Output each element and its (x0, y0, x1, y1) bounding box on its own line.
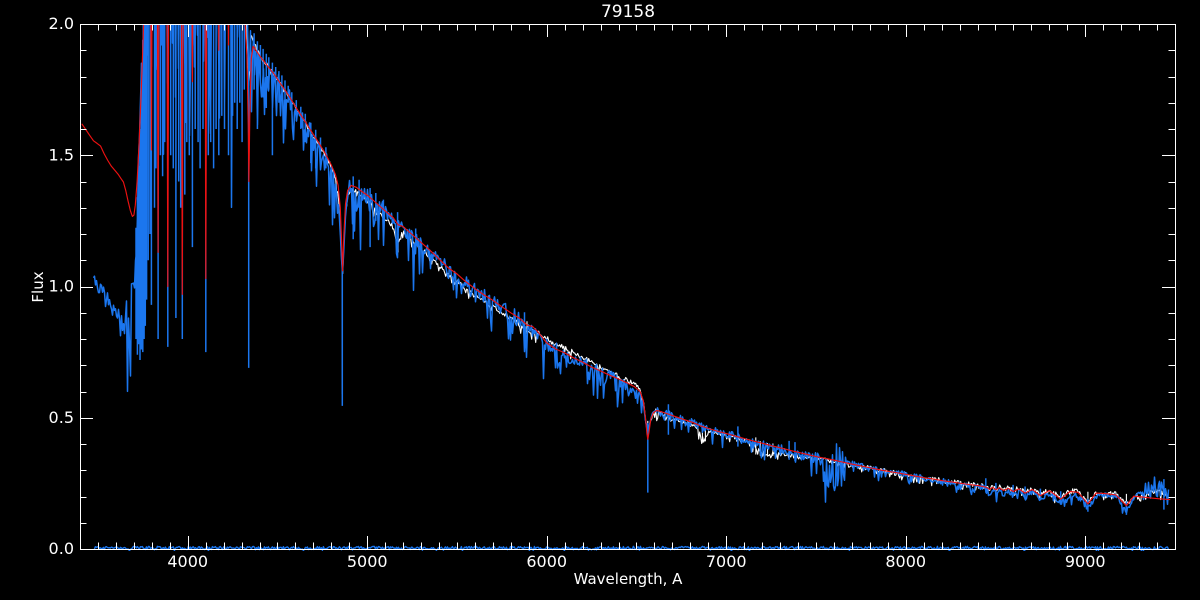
y-axis-label: Flux (29, 271, 47, 302)
y-tick-label: 0.0 (49, 539, 74, 558)
plot-title: 79158 (601, 2, 655, 22)
x-tick-label: 6000 (526, 552, 567, 571)
axes (80, 24, 1176, 550)
x-axis-label: Wavelength, A (574, 570, 683, 588)
spectrum-curves (82, 0, 1170, 552)
x-tick-label: 8000 (885, 552, 926, 571)
x-tick-label: 7000 (706, 552, 747, 571)
tick-labels: 4000 5000 6000 7000 8000 9000 0.0 0.5 1.0 1.5 2.0 (49, 14, 1106, 571)
y-tick-label: 0.5 (49, 408, 74, 427)
plot-canvas: 4000 5000 6000 7000 8000 9000 0.0 0.5 1.0 1.5 2.0 (0, 0, 1200, 600)
y-tick-label: 1.5 (49, 145, 74, 164)
y-tick-label: 1.0 (49, 277, 74, 296)
x-tick-label: 5000 (347, 552, 388, 571)
series-observed-blue (94, 0, 1169, 515)
series-model-red (82, 0, 1170, 506)
x-tick-label: 4000 (167, 552, 208, 571)
y-tick-label: 2.0 (49, 14, 74, 33)
x-tick-label: 9000 (1065, 552, 1106, 571)
spectrum-plot: 4000500060007000800090000.00.51.01.52.0 … (0, 0, 1200, 600)
